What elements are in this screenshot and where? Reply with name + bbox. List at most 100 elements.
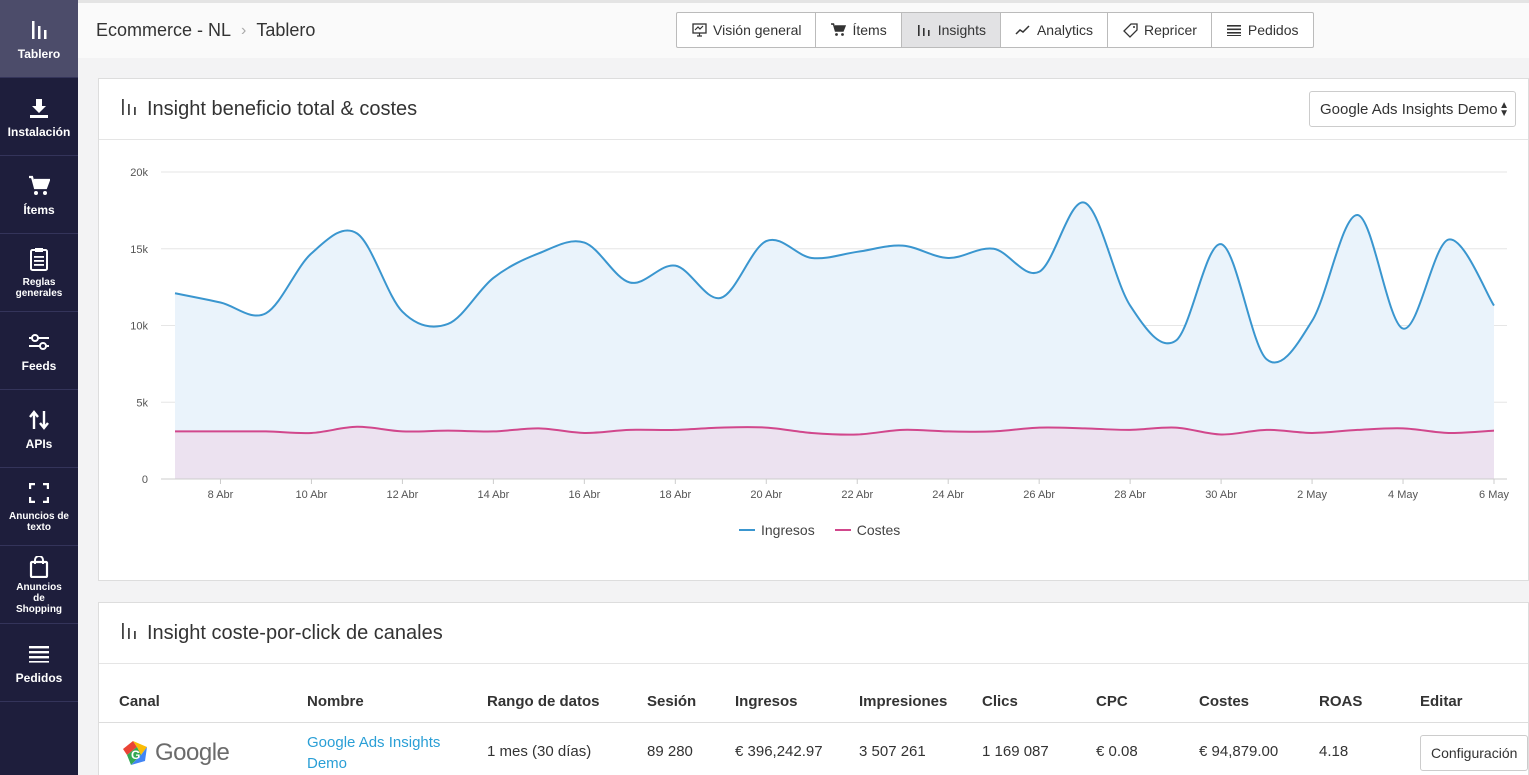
x-tick-label: 16 Abr: [568, 489, 600, 501]
breadcrumb: Ecommerce - NL › Tablero: [96, 20, 315, 41]
account-select[interactable]: Google Ads Insights Demo ▲ ▼: [1309, 91, 1516, 127]
tab-insights[interactable]: Insights: [901, 13, 1001, 47]
chart-area: 0 5k 10k 15k 20k 8 Abr 10 Abr 12 Abr 14 Abr 16 Ab…: [99, 141, 1529, 581]
tab-label: Repricer: [1144, 22, 1197, 38]
legend-item-costes[interactable]: Costes: [834, 522, 901, 538]
tab-label: Analytics: [1036, 22, 1093, 38]
tab-repricer[interactable]: Repricer: [1108, 13, 1212, 47]
tag-icon: [1122, 22, 1138, 38]
sidebar-item-label: Pedidos: [15, 670, 63, 685]
tab-vision-general[interactable]: Visión general: [677, 13, 817, 47]
bar-chart-icon: [121, 98, 137, 121]
card-header: Insight coste-por-click de canales: [99, 603, 1528, 664]
tab-label: Insights: [937, 22, 986, 38]
list-icon: [26, 641, 52, 667]
configuracion-button[interactable]: Configuración: [1420, 735, 1529, 771]
bar-chart-icon: [916, 23, 932, 37]
table-row: G Google Google Ads Insights Demo 1 mes …: [99, 723, 1529, 775]
x-tick-label: 24 Abr: [932, 489, 964, 501]
cart-icon: [830, 23, 846, 37]
sidebar-item-anuncios-texto[interactable]: Anuncios de texto: [0, 468, 78, 546]
tab-label: Ítems: [852, 22, 887, 38]
tab-pedidos[interactable]: Pedidos: [1212, 13, 1313, 47]
arrows-updown-icon: [26, 407, 52, 433]
cell-sesion: 89 280: [647, 743, 693, 760]
col-nombre: Nombre: [307, 693, 364, 710]
x-tick-label: 28 Abr: [1114, 489, 1146, 501]
col-costes: Costes: [1199, 693, 1250, 710]
tab-items[interactable]: Ítems: [816, 13, 902, 47]
table-header: Canal Nombre Rango de datos Sesión Ingre…: [99, 665, 1529, 723]
cell-rango: 1 mes (30 días): [487, 743, 592, 760]
y-tick-label: 0: [142, 474, 148, 486]
download-icon: [26, 95, 52, 121]
shopping-bag-icon: [26, 554, 52, 580]
x-tick-label: 10 Abr: [296, 489, 328, 501]
sidebar-item-label: Anuncios de Shopping: [15, 582, 63, 615]
sidebar-item-label: Ítems: [23, 202, 55, 217]
cell-roas: 4.18: [1319, 743, 1349, 760]
y-tick-label: 10k: [130, 321, 148, 333]
y-tick-label: 20k: [130, 167, 148, 179]
card-header: Insight beneficio total & costes Google …: [99, 79, 1528, 140]
trend-icon: [1015, 23, 1031, 37]
bar-chart-icon: [26, 17, 52, 43]
breadcrumb-root[interactable]: Ecommerce - NL: [96, 20, 231, 41]
canal-name: Google: [155, 739, 230, 766]
sidebar-item-pedidos[interactable]: Pedidos: [0, 624, 78, 702]
sidebar-item-items[interactable]: Ítems: [0, 156, 78, 234]
select-value: Google Ads Insights Demo: [1320, 100, 1498, 118]
card-title: Insight coste-por-click de canales: [147, 621, 443, 644]
cell-costes: € 94,879.00: [1199, 743, 1279, 760]
sidebar-item-anuncios-shopping[interactable]: Anuncios de Shopping: [0, 546, 78, 624]
cell-cpc: € 0.08: [1096, 743, 1138, 760]
clipboard-icon: [26, 246, 52, 272]
sidebar-item-feeds[interactable]: Feeds: [0, 312, 78, 390]
tab-analytics[interactable]: Analytics: [1001, 13, 1108, 47]
cart-icon: [26, 173, 52, 199]
cell-ingresos: € 396,242.97: [735, 743, 823, 760]
x-tick-label: 6 May: [1479, 489, 1509, 501]
sort-caret-icon: ▲ ▼: [1499, 100, 1509, 119]
sidebar-item-label: Feeds: [21, 358, 57, 373]
col-rango: Rango de datos: [487, 693, 600, 710]
sidebar-item-label: APIs: [25, 436, 53, 451]
sidebar-item-label: Reglas generales: [15, 277, 63, 299]
col-editar: Editar: [1420, 693, 1463, 710]
google-logo: G Google: [119, 737, 230, 769]
legend-item-ingresos[interactable]: Ingresos: [739, 522, 815, 538]
sidebar-item-instalacion[interactable]: Instalación: [0, 78, 78, 156]
bar-chart-icon: [121, 622, 137, 645]
col-cpc: CPC: [1096, 693, 1128, 710]
presentation-icon: [691, 23, 707, 37]
nombre-link[interactable]: Google Ads Insights Demo: [307, 732, 457, 774]
col-impresiones: Impresiones: [859, 693, 948, 710]
cell-impresiones: 3 507 261: [859, 743, 926, 760]
sidebar-item-label: Instalación: [7, 124, 71, 139]
tab-label: Visión general: [713, 22, 802, 38]
sidebar-item-label: Tablero: [17, 46, 61, 61]
col-roas: ROAS: [1319, 693, 1363, 710]
svg-text:G: G: [131, 748, 140, 762]
chart-legend: Ingresos Costes: [739, 522, 920, 538]
sidebar-item-tablero[interactable]: Tablero: [0, 0, 78, 78]
chevron-right-icon: ›: [241, 21, 247, 39]
legend-label: Costes: [856, 522, 901, 538]
channels-table: Canal Nombre Rango de datos Sesión Ingre…: [99, 665, 1529, 775]
google-logo-icon: G: [123, 741, 147, 765]
sidebar-item-apis[interactable]: APIs: [0, 390, 78, 468]
top-bar: Ecommerce - NL › Tablero Visión general …: [78, 0, 1529, 58]
x-tick-label: 20 Abr: [750, 489, 782, 501]
legend-swatch: [834, 529, 851, 531]
col-canal: Canal: [119, 693, 160, 710]
legend-swatch: [739, 529, 755, 531]
x-tick-label: 26 Abr: [1023, 489, 1055, 501]
x-tick-label: 14 Abr: [477, 489, 509, 501]
col-sesion: Sesión: [647, 693, 697, 710]
chart-card: Insight beneficio total & costes Google …: [98, 78, 1529, 581]
col-clics: Clics: [982, 693, 1018, 710]
legend-label: Ingresos: [761, 522, 815, 538]
sidebar-item-reglas[interactable]: Reglas generales: [0, 234, 78, 312]
sliders-icon: [26, 329, 52, 355]
tab-group: Visión general Ítems Insights Analytics …: [676, 12, 1314, 48]
